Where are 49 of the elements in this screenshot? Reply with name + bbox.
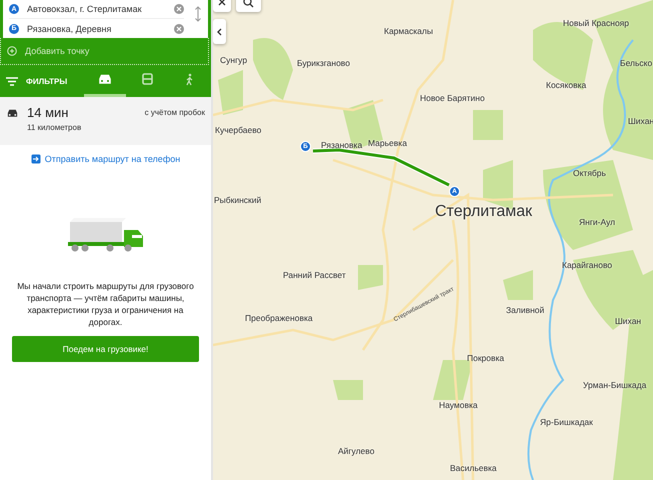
place-label: Косяковка (546, 80, 586, 90)
place-label: Рязановка (321, 140, 362, 150)
place-label: Бурикзганово (297, 58, 350, 68)
place-label: Янги-Аул (579, 217, 616, 227)
swap-arrows-icon[interactable] (194, 6, 202, 22)
travel-time: 14 мин (27, 105, 70, 120)
filter-icon (6, 76, 18, 86)
place-label: Наумовка (439, 400, 478, 410)
place-label: Карайганово (562, 260, 612, 270)
place-label: Преображеновка (245, 313, 313, 323)
place-label: Рыбкинский (214, 195, 262, 205)
city-label: Стерлитамак (435, 203, 532, 221)
place-label: Октябрь (573, 168, 606, 178)
route-point-field[interactable]: Рязановка, Деревня (27, 24, 166, 34)
filters-button[interactable]: ФИЛЬТРЫ (0, 65, 84, 97)
filters-label: ФИЛЬТРЫ (26, 76, 68, 86)
chevron-left-icon (217, 28, 222, 36)
distance-text: 11 километров (27, 123, 82, 132)
place-label: Новое Барятино (420, 93, 485, 103)
place-label: Новый Краснояр (563, 18, 630, 28)
send-icon (30, 154, 41, 164)
place-label: Покровка (467, 353, 504, 363)
place-label: Яр-Бишкадак (540, 417, 593, 427)
place-label: Ранний Рассвет (283, 270, 346, 280)
place-label: Заливной (506, 305, 544, 315)
truck-route-button[interactable]: Поедем на грузовике! (12, 336, 199, 362)
clear-icon[interactable] (174, 4, 184, 14)
add-circle-icon[interactable] (7, 46, 17, 56)
route-point-field[interactable]: Автовокзал, г. Стерлитамак (27, 4, 166, 14)
place-label: Шихан (615, 316, 642, 326)
bus-icon (142, 73, 153, 86)
place-label: Васильевка (450, 463, 497, 473)
place-label: Урман-Бишкада (583, 380, 646, 390)
place-label: Кармаскалы (384, 26, 433, 36)
car-icon (98, 74, 112, 85)
add-point-link[interactable]: Добавить точку (25, 46, 90, 56)
place-label: Сунгур (220, 55, 248, 65)
place-label: Кучербаево (215, 125, 262, 135)
send-route-link[interactable]: Отправить маршрут на телефон (30, 154, 180, 164)
clear-icon[interactable] (174, 24, 184, 34)
car-icon (6, 108, 19, 119)
collapse-panel-button[interactable] (213, 19, 226, 44)
place-label: Бельско (620, 58, 652, 68)
walking-person-icon (185, 73, 194, 86)
traffic-note: с учётом пробок (144, 108, 205, 119)
place-label: Марьевка (368, 138, 407, 148)
truck-promo-text: Мы начали строить маршруты для грузового транспорта — учтём габариты машины, характеристики груза и ограничения на дорогах. (16, 280, 195, 328)
close-icon (218, 0, 226, 6)
place-label: Айгулево (338, 446, 374, 456)
